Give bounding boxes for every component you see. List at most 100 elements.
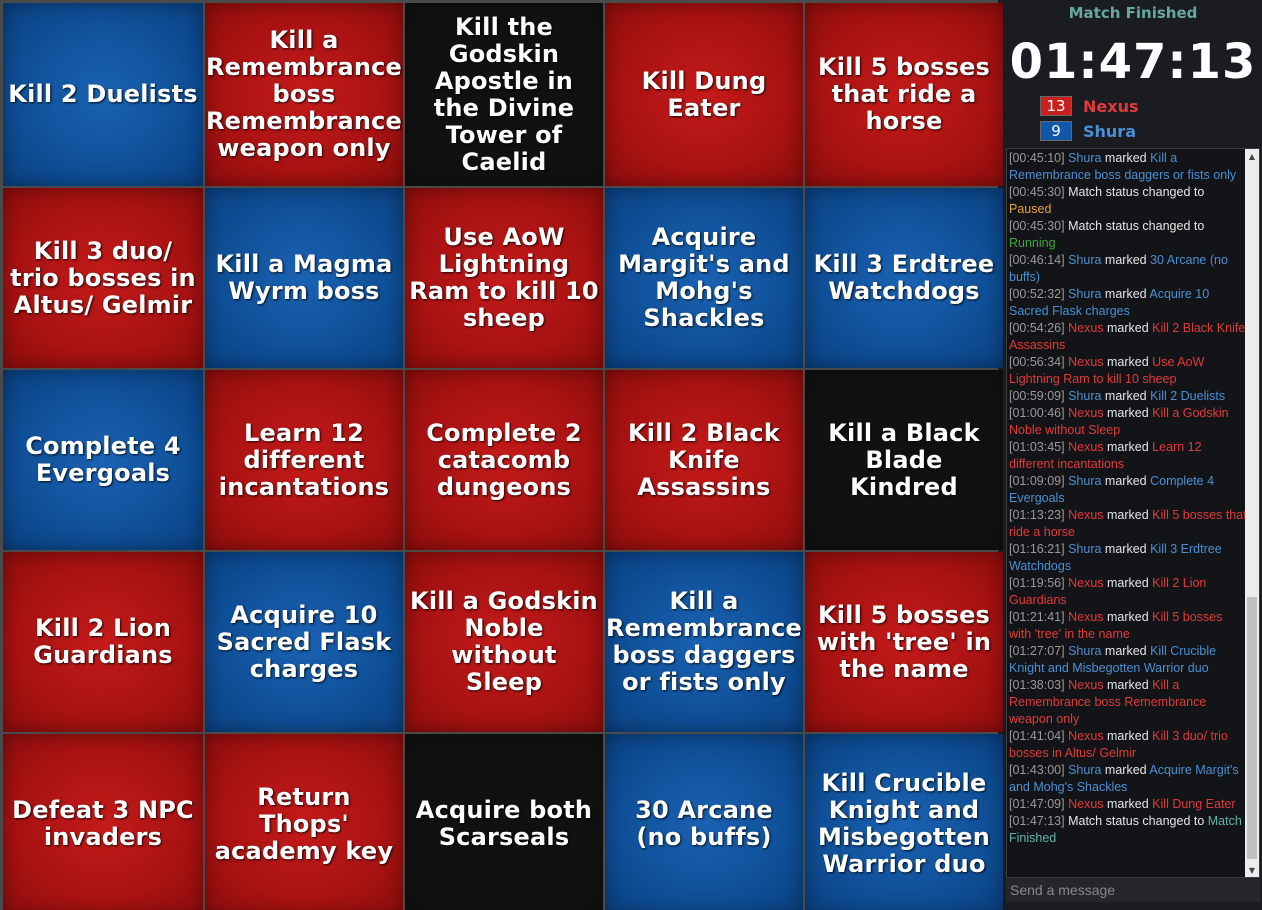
board-cell[interactable]: Kill 2 Black Knife Assassins (605, 370, 803, 550)
chat-timestamp: [01:43:00] (1009, 763, 1065, 777)
board-cell[interactable]: Kill a Remembrance boss daggers or fists… (605, 552, 803, 732)
match-sidebar: Match Finished 01:47:13 13 Nexus 9 Shura… (1004, 0, 1262, 910)
chat-message-input[interactable] (1006, 878, 1260, 902)
chat-segment: Nexus (1068, 440, 1104, 454)
chat-segment: marked (1103, 440, 1153, 454)
chat-segment: Running (1009, 236, 1056, 250)
player-name: Nexus (1083, 96, 1139, 116)
board-cell[interactable]: Kill a Black Blade Kindred (805, 370, 1003, 550)
chat-segment: marked (1101, 763, 1150, 777)
chat-message: [01:19:56] Nexus marked Kill 2 Lion Guar… (1009, 575, 1247, 609)
board-cell[interactable]: Kill Crucible Knight and Misbegotten War… (805, 734, 1003, 910)
chat-timestamp: [01:47:09] (1009, 797, 1065, 811)
chat-segment: marked (1103, 321, 1153, 335)
chat-timestamp: [01:16:21] (1009, 542, 1065, 556)
chat-message: [00:54:26] Nexus marked Kill 2 Black Kni… (1009, 320, 1247, 354)
board-cell[interactable]: Kill 5 bosses that ride a horse (805, 3, 1003, 186)
chat-message: [00:56:34] Nexus marked Use AoW Lightnin… (1009, 354, 1247, 388)
chat-timestamp: [00:54:26] (1009, 321, 1065, 335)
chat-segment: Shura (1068, 644, 1102, 658)
chat-message: [01:16:21] Shura marked Kill 3 Erdtree W… (1009, 541, 1247, 575)
board-cell[interactable]: Kill a Godskin Noble without Sleep (405, 552, 603, 732)
chat-segment: Match status changed to (1068, 185, 1205, 199)
board-cell[interactable]: 30 Arcane (no buffs) (605, 734, 803, 910)
chat-segment: Shura (1068, 763, 1102, 777)
chat-segment: Shura (1068, 151, 1102, 165)
board-cell[interactable]: Kill 2 Lion Guardians (3, 552, 203, 732)
player-row-nexus: 13 Nexus (1040, 96, 1138, 116)
chat-segment: marked (1101, 151, 1151, 165)
chat-message: [00:45:30] Match status changed to Pause… (1009, 184, 1247, 218)
chat-segment: Nexus (1068, 610, 1104, 624)
chat-segment: marked (1103, 576, 1153, 590)
chat-timestamp: [01:38:03] (1009, 678, 1065, 692)
scroll-up-arrow-icon[interactable]: ▲ (1245, 149, 1259, 163)
chat-segment: Nexus (1068, 797, 1104, 811)
chat-timestamp: [00:59:09] (1009, 389, 1065, 403)
chat-message: [00:45:10] Shura marked Kill a Remembran… (1009, 150, 1247, 184)
chat-timestamp: [01:09:09] (1009, 474, 1065, 488)
player-row-shura: 9 Shura (1040, 121, 1136, 141)
scroll-down-arrow-icon[interactable]: ▼ (1245, 863, 1259, 877)
chat-segment: marked (1103, 610, 1153, 624)
chat-timestamp: [01:27:07] (1009, 644, 1065, 658)
board-cell[interactable]: Complete 2 catacomb dungeons (405, 370, 603, 550)
chat-segment: Shura (1068, 474, 1102, 488)
chat-message: [01:43:00] Shura marked Acquire Margit's… (1009, 762, 1247, 796)
board-cell[interactable]: Complete 4 Evergoals (3, 370, 203, 550)
board-cell[interactable]: Kill a Remembrance boss Remembrance weap… (205, 3, 403, 186)
chat-segment: Shura (1068, 542, 1102, 556)
chat-segment: marked (1101, 474, 1151, 488)
scroll-thumb[interactable] (1247, 597, 1257, 859)
player-name: Shura (1083, 121, 1136, 141)
chat-timestamp: [01:41:04] (1009, 729, 1065, 743)
chat-message: [01:27:07] Shura marked Kill Crucible Kn… (1009, 643, 1247, 677)
board-cell[interactable]: Kill 3 duo/ trio bosses in Altus/ Gelmir (3, 188, 203, 368)
board-cell[interactable]: Use AoW Lightning Ram to kill 10 sheep (405, 188, 603, 368)
chat-timestamp: [01:47:13] (1009, 814, 1065, 828)
chat-segment: Nexus (1068, 355, 1104, 369)
board-cell[interactable]: Kill 2 Duelists (3, 3, 203, 186)
chat-segment: Match status changed to (1068, 219, 1205, 233)
board-cell[interactable]: Acquire 10 Sacred Flask charges (205, 552, 403, 732)
chat-message: [01:41:04] Nexus marked Kill 3 duo/ trio… (1009, 728, 1247, 762)
chat-log[interactable]: [00:45:10] Shura marked Kill a Remembran… (1006, 148, 1260, 878)
chat-message: [01:47:13] Match status changed to Match… (1009, 813, 1247, 847)
board-cell[interactable]: Kill 5 bosses with 'tree' in the name (805, 552, 1003, 732)
chat-message: [01:21:41] Nexus marked Kill 5 bosses wi… (1009, 609, 1247, 643)
board-cell[interactable]: Kill 3 Erdtree Watchdogs (805, 188, 1003, 368)
chat-segment: Kill 2 Duelists (1150, 389, 1226, 403)
chat-timestamp: [01:00:46] (1009, 406, 1065, 420)
chat-message: [01:09:09] Shura marked Complete 4 Everg… (1009, 473, 1247, 507)
chat-segment: Kill Dung Eater (1152, 797, 1236, 811)
chat-lines: [00:45:10] Shura marked Kill a Remembran… (1009, 149, 1247, 847)
chat-timestamp: [00:56:34] (1009, 355, 1065, 369)
chat-timestamp: [00:46:14] (1009, 253, 1065, 267)
board-cell[interactable]: Kill Dung Eater (605, 3, 803, 186)
chat-segment: Nexus (1068, 576, 1104, 590)
chat-segment: marked (1103, 729, 1153, 743)
board-cell[interactable]: Acquire Margit's and Mohg's Shackles (605, 188, 803, 368)
chat-timestamp: [01:21:41] (1009, 610, 1065, 624)
chat-segment: marked (1103, 355, 1153, 369)
board-cell[interactable]: Learn 12 different incantations (205, 370, 403, 550)
board-cell[interactable]: Acquire both Scarseals (405, 734, 603, 910)
chat-segment: Paused (1009, 202, 1052, 216)
chat-timestamp: [00:45:30] (1009, 185, 1065, 199)
board-cell[interactable]: Defeat 3 NPC invaders (3, 734, 203, 910)
chat-message: [00:59:09] Shura marked Kill 2 Duelists (1009, 388, 1247, 405)
chat-message: [00:45:30] Match status changed to Runni… (1009, 218, 1247, 252)
bingo-board: Kill 2 Duelists Kill a Remembrance boss R… (0, 0, 1003, 910)
chat-timestamp: [00:45:10] (1009, 151, 1065, 165)
board-cell[interactable]: Kill the Godskin Apostle in the Divine T… (405, 3, 603, 186)
chat-segment: marked (1101, 542, 1151, 556)
board-cell[interactable]: Return Thops' academy key (205, 734, 403, 910)
chat-segment: marked (1101, 644, 1151, 658)
chat-message: [01:38:03] Nexus marked Kill a Remembran… (1009, 677, 1247, 728)
chat-segment: marked (1101, 287, 1150, 301)
board-cell[interactable]: Kill a Magma Wyrm boss (205, 188, 403, 368)
chat-scrollbar[interactable]: ▲ ▼ (1245, 149, 1259, 877)
chat-message: [01:00:46] Nexus marked Kill a Godskin N… (1009, 405, 1247, 439)
chat-segment: marked (1103, 797, 1153, 811)
chat-message: [01:13:23] Nexus marked Kill 5 bosses th… (1009, 507, 1247, 541)
